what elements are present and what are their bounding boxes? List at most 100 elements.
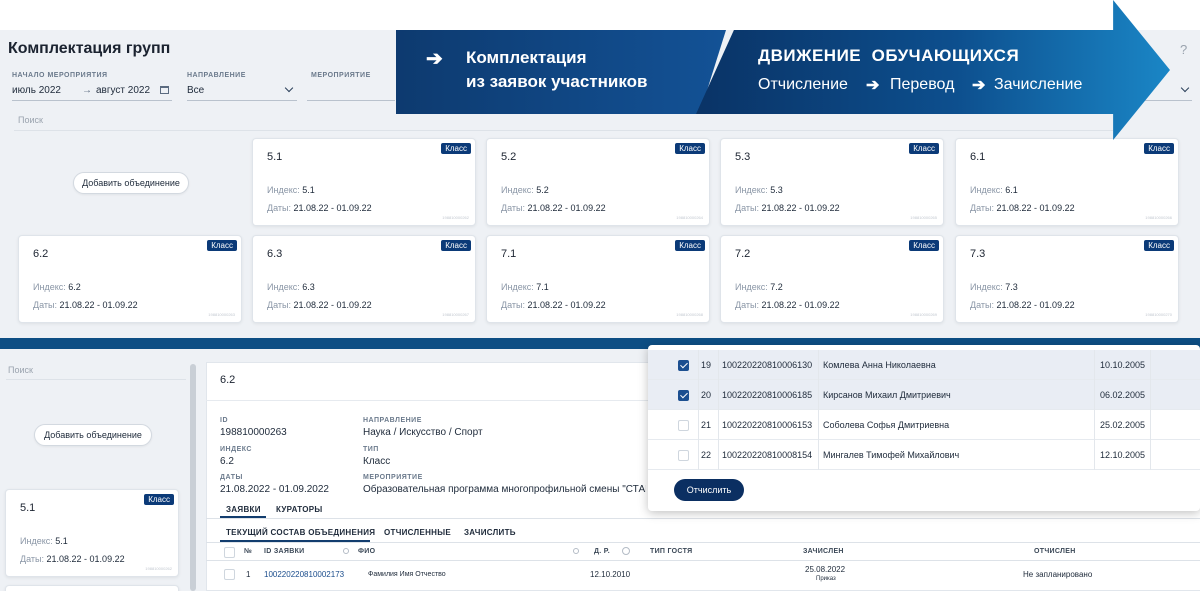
sort-icon[interactable] xyxy=(622,547,630,555)
tabs-divider xyxy=(206,518,1200,519)
class-badge: Класс xyxy=(909,240,939,251)
tab-curators[interactable]: КУРАТОРЫ xyxy=(276,505,323,514)
side-search-input[interactable]: Поиск xyxy=(8,365,33,375)
group-card[interactable]: 5.1 Класс Индекс: 5.1 Даты: 21.08.22 - 0… xyxy=(5,489,179,577)
detail-divider xyxy=(206,400,666,401)
popup-row[interactable]: 20 100220220810006185 Кирсанов Михаил Дм… xyxy=(648,380,1200,410)
side-search-underline xyxy=(6,379,186,380)
card-dates-value: 21.08.22 - 01.09.22 xyxy=(996,300,1075,310)
type-value: Класс xyxy=(363,456,391,467)
search-icon[interactable] xyxy=(573,548,579,554)
tab-applications[interactable]: ЗАЯВКИ xyxy=(226,505,261,514)
card-title: 6.2 xyxy=(33,248,49,260)
banner-step-transfer: Перевод xyxy=(890,76,955,93)
banner-arrow-panel xyxy=(696,0,1170,140)
group-card[interactable]: 6.1 Класс Индекс: 6.1 Даты: 21.08.22 - 0… xyxy=(955,138,1179,226)
card-index-row: Индекс: 7.1 xyxy=(501,282,549,292)
arrow-right-icon: ➔ xyxy=(972,77,986,94)
row-checkbox[interactable] xyxy=(678,450,689,461)
row-checkbox[interactable] xyxy=(678,420,689,431)
event-label: МЕРОПРИЯТИЕ xyxy=(311,72,371,79)
col-divider xyxy=(718,440,719,470)
card-dates-label: Даты: xyxy=(735,300,759,310)
group-card[interactable]: 7.1 Класс Индекс: 7.1 Даты: 21.08.22 - 0… xyxy=(486,235,710,323)
row-checkbox[interactable] xyxy=(678,360,689,371)
group-card[interactable]: 7.2 Класс Индекс: 7.2 Даты: 21.08.22 - 0… xyxy=(720,235,944,323)
side-scrollbar[interactable] xyxy=(190,364,196,591)
col-divider xyxy=(698,410,699,440)
group-card[interactable]: 6.2 Класс Индекс: 6.2 Даты: 21.08.22 - 0… xyxy=(18,235,242,323)
add-group-button[interactable]: Добавить объединение xyxy=(73,172,189,194)
row-checkbox[interactable] xyxy=(678,390,689,401)
group-card[interactable]: 6.3 Класс Индекс: 6.3 Даты: 21.08.22 - 0… xyxy=(252,235,476,323)
col-name[interactable]: ФИО xyxy=(358,548,375,555)
card-index-row: Индекс: 7.3 xyxy=(970,282,1018,292)
row-name: Фамилия Имя Отчество xyxy=(368,571,446,578)
start-from-field[interactable]: июль 2022 xyxy=(12,85,61,96)
row-num: 1 xyxy=(246,570,251,579)
card-index-label: Индекс: xyxy=(501,185,534,195)
subtab-expelled[interactable]: ОТЧИСЛЕННЫЕ xyxy=(384,528,451,537)
row-name: Мингалев Тимофей Михайлович xyxy=(823,450,960,460)
start-to-field[interactable]: август 2022 xyxy=(96,85,150,96)
search-icon[interactable] xyxy=(343,548,349,554)
card-dates-row: Даты: 21.08.22 - 01.09.22 xyxy=(20,554,125,564)
row-app-id-link[interactable]: 100220220810006153 xyxy=(722,420,812,430)
row-name: Кирсанов Михаил Дмитриевич xyxy=(823,390,951,400)
group-card[interactable]: 5.1 Класс Индекс: 5.1 Даты: 21.08.22 - 0… xyxy=(252,138,476,226)
class-badge: Класс xyxy=(675,143,705,154)
subtab-enroll[interactable]: ЗАЧИСЛИТЬ xyxy=(464,528,516,537)
direction-select[interactable]: Все xyxy=(187,85,204,96)
card-index-label: Индекс: xyxy=(267,185,300,195)
card-index-label: Индекс: xyxy=(267,282,300,292)
col-guest-type: ТИП ГОСТЯ xyxy=(650,548,693,555)
add-group-button[interactable]: Добавить объединение xyxy=(34,424,152,446)
card-index-row: Индекс: 6.1 xyxy=(970,185,1018,195)
card-title: 5.1 xyxy=(20,502,36,514)
card-index-row: Индекс: 5.1 xyxy=(20,536,68,546)
card-index-value: 5.1 xyxy=(302,185,315,195)
row-app-id-link[interactable]: 100220220810008154 xyxy=(722,450,812,460)
card-title: 5.3 xyxy=(735,151,751,163)
subtab-current[interactable]: ТЕКУЩИЙ СОСТАВ ОБЪЕДИНЕНИЯ xyxy=(226,528,375,537)
card-dates-value: 21.08.22 - 01.09.22 xyxy=(46,554,125,564)
card-dates-value: 21.08.22 - 01.09.22 xyxy=(996,203,1075,213)
popup-row[interactable]: 22 100220220810008154 Мингалев Тимофей М… xyxy=(648,440,1200,470)
row-checkbox[interactable] xyxy=(224,569,235,580)
group-card[interactable]: 5.3 Класс Индекс: 5.3 Даты: 21.08.22 - 0… xyxy=(720,138,944,226)
group-card[interactable]: 5.2 Класс Индекс: 5.2 Даты: 21.08.22 - 0… xyxy=(486,138,710,226)
card-dates-value: 21.08.22 - 01.09.22 xyxy=(293,203,372,213)
col-divider xyxy=(1094,380,1095,410)
card-dates-label: Даты: xyxy=(33,300,57,310)
event-value: Образовательная программа многопрофильно… xyxy=(363,484,646,495)
search-input[interactable]: Поиск xyxy=(18,115,43,125)
card-id: 198810000265 xyxy=(910,215,937,220)
col-dob[interactable]: Д. Р. xyxy=(594,548,610,555)
help-icon[interactable]: ? xyxy=(1180,42,1187,57)
popup-row[interactable]: 19 100220220810006130 Комлева Анна Никол… xyxy=(648,350,1200,380)
card-index-value: 6.3 xyxy=(302,282,315,292)
group-card[interactable] xyxy=(5,585,179,591)
card-index-value: 7.2 xyxy=(770,282,783,292)
direction-label: НАПРАВЛЕНИЕ xyxy=(363,417,422,424)
select-all-checkbox[interactable] xyxy=(224,547,235,558)
popup-row[interactable]: 21 100220220810006153 Соболева Софья Дми… xyxy=(648,410,1200,440)
direction-label: НАПРАВЛЕНИЕ xyxy=(187,72,246,79)
card-id: 198810000262 xyxy=(442,215,469,220)
calendar-icon[interactable] xyxy=(160,86,169,94)
row-app-id-link[interactable]: 100220220810002173 xyxy=(264,570,344,579)
event-label: МЕРОПРИЯТИЕ xyxy=(363,474,423,481)
expel-button[interactable]: Отчислить xyxy=(674,479,744,501)
card-index-row: Индекс: 6.2 xyxy=(33,282,81,292)
card-dates-label: Даты: xyxy=(20,554,44,564)
index-value: 6.2 xyxy=(220,456,234,467)
card-dates-label: Даты: xyxy=(970,300,994,310)
col-divider xyxy=(718,350,719,380)
col-enrolled: ЗАЧИСЛЕН xyxy=(803,548,844,555)
row-app-id-link[interactable]: 100220220810006130 xyxy=(722,360,812,370)
col-app-id[interactable]: ID ЗАЯВКИ xyxy=(264,548,304,555)
card-dates-label: Даты: xyxy=(501,300,525,310)
card-index-label: Индекс: xyxy=(735,282,768,292)
group-card[interactable]: 7.3 Класс Индекс: 7.3 Даты: 21.08.22 - 0… xyxy=(955,235,1179,323)
row-app-id-link[interactable]: 100220220810006185 xyxy=(722,390,812,400)
